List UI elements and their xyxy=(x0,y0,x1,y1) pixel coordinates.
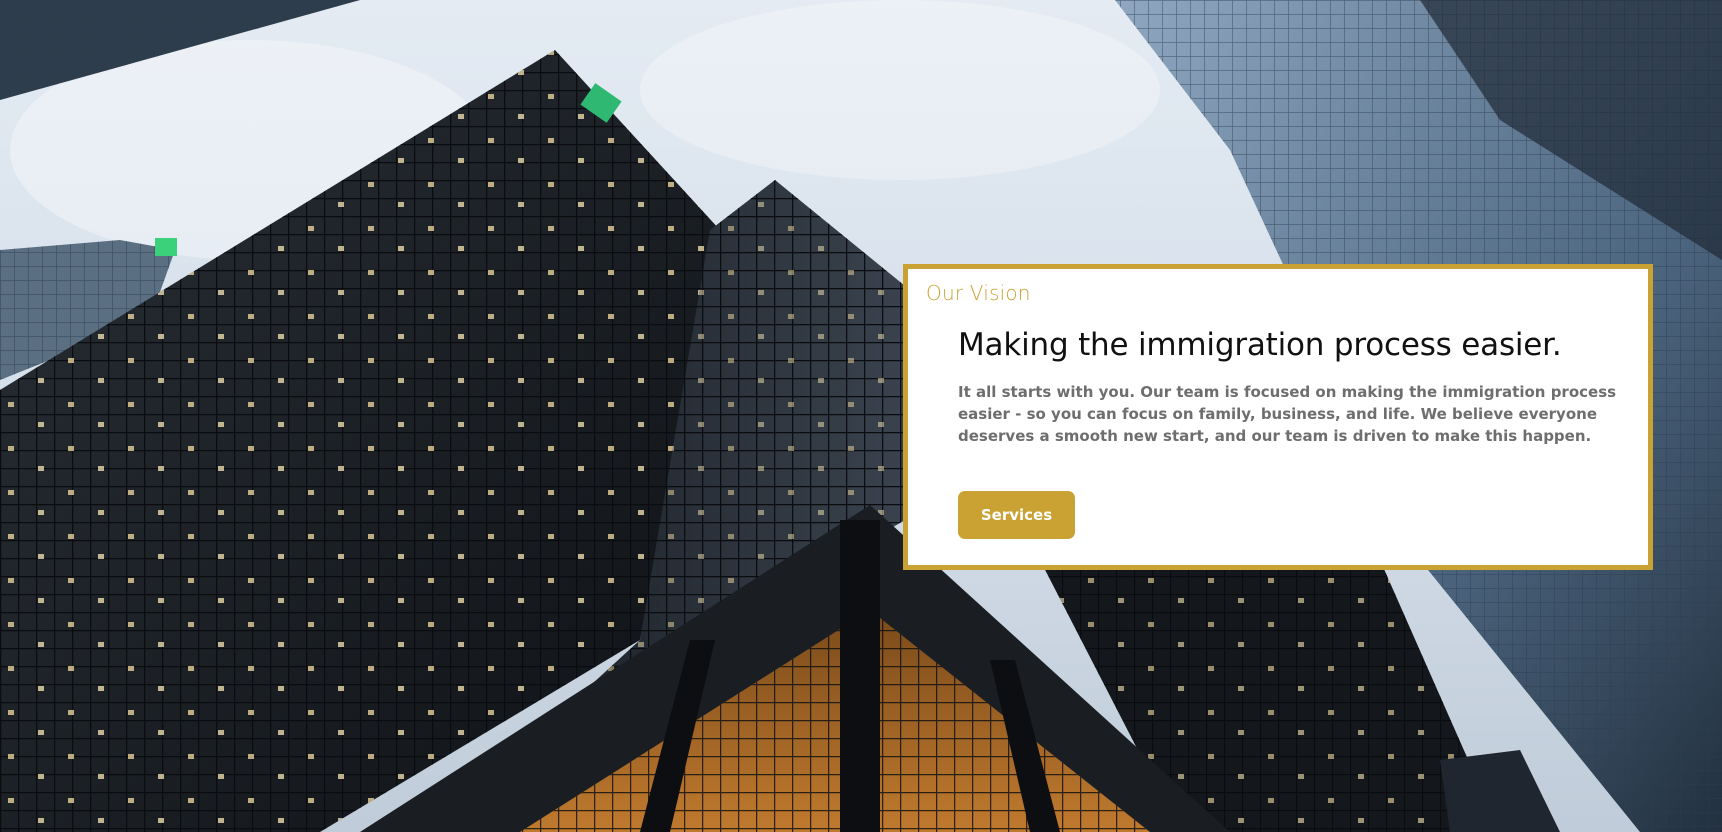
vision-heading: Making the immigration process easier. xyxy=(958,327,1562,363)
vision-description: It all starts with you. Our team is focu… xyxy=(958,383,1617,445)
vision-eyebrow: Our Vision xyxy=(926,281,1031,305)
hero-section: Our Vision Making the immigration proces… xyxy=(0,0,1722,832)
vision-card: Our Vision Making the immigration proces… xyxy=(903,264,1653,570)
services-button[interactable]: Services xyxy=(958,491,1075,539)
